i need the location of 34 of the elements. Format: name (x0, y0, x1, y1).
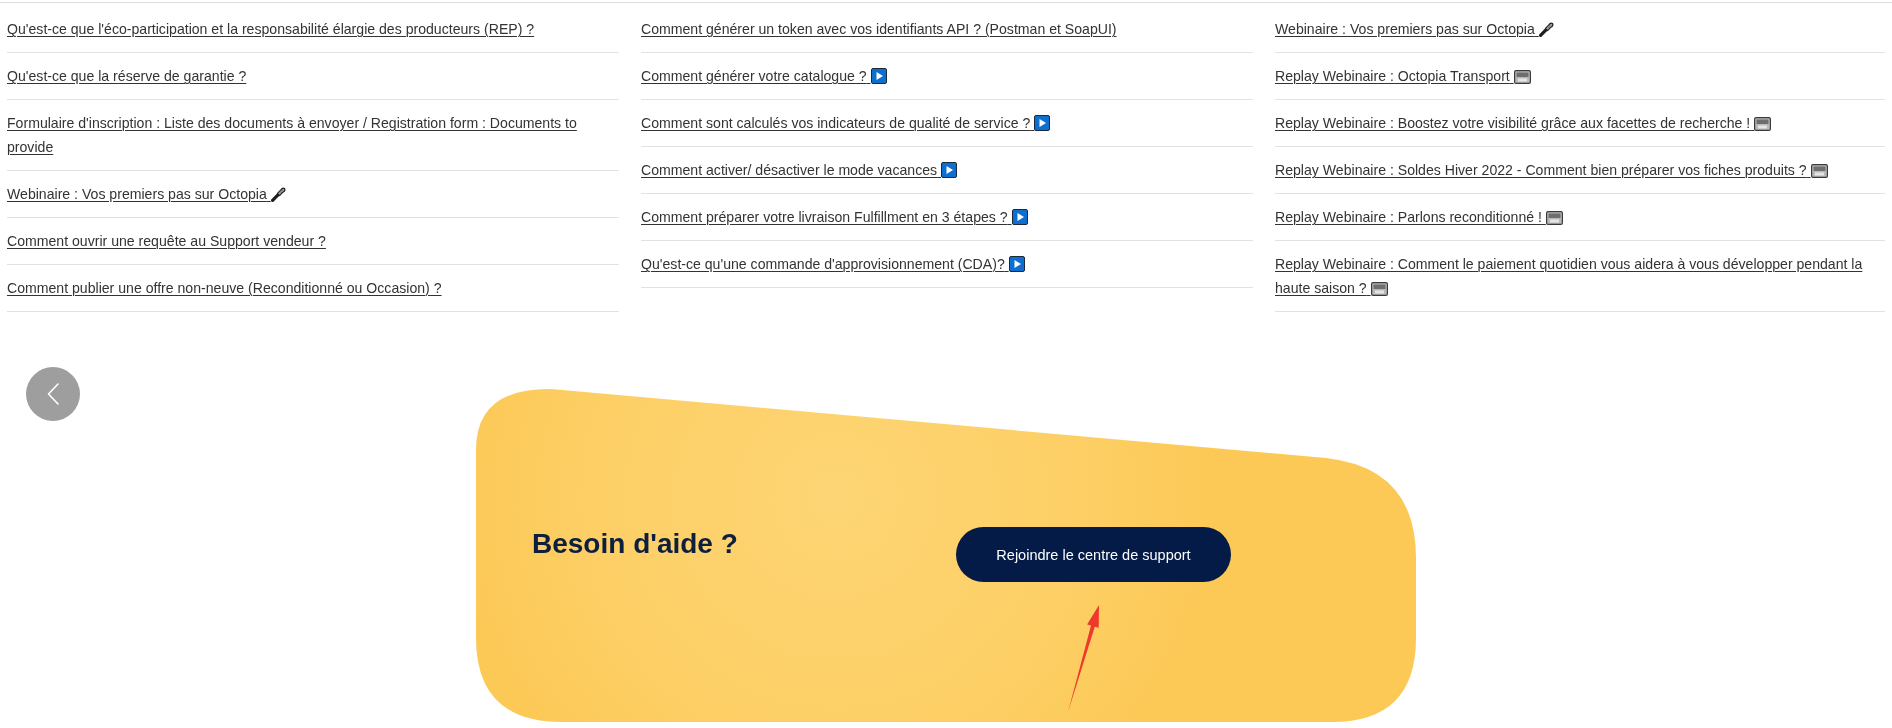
faq-link[interactable]: Replay Webinaire : Soldes Hiver 2022 - Comment bien préparer vos fiches produits ? (1275, 158, 1828, 182)
faq-link[interactable]: Comment activer/ désactiver le mode vacances (641, 158, 957, 182)
play-button-icon (870, 68, 887, 84)
support-button[interactable]: Rejoindre le centre de support (956, 527, 1231, 582)
faq-link[interactable]: Comment sont calculés vos indicateurs de qualité de service ? (641, 111, 1051, 135)
faq-link[interactable]: Replay Webinaire : Comment le paiement quotidien vous aidera à vous développer pendant la haute saison ? (1275, 252, 1885, 300)
faq-link[interactable]: Qu'est-ce que l'éco-participation et la responsabilité élargie des producteurs (REP) ? (7, 17, 535, 41)
previous-button[interactable] (26, 367, 80, 421)
videocassette-icon (1370, 282, 1388, 296)
faq-link[interactable]: Webinaire : Vos premiers pas sur Octopia (1275, 17, 1555, 41)
videocassette-icon (1754, 117, 1772, 131)
play-button-icon (941, 162, 957, 178)
faq-link[interactable]: Comment préparer votre livraison Fulfillment en 3 étapes ? (641, 205, 1028, 229)
videocassette-icon (1810, 164, 1828, 178)
play-button-icon (1034, 115, 1051, 131)
videocassette-icon (1513, 70, 1531, 84)
faq-link[interactable]: Comment publier une offre non-neuve (Reconditionné ou Occasion) ? (7, 276, 442, 300)
faq-link[interactable]: Replay Webinaire : Octopia Transport (1275, 64, 1531, 88)
help-heading: Besoin d'aide ? (532, 527, 739, 561)
faq-link[interactable]: Webinaire : Vos premiers pas sur Octopia (7, 182, 287, 206)
videocassette-icon (1545, 211, 1563, 225)
play-button-icon (1011, 209, 1028, 225)
faq-link[interactable]: Comment générer votre catalogue ? (641, 64, 887, 88)
faq-link[interactable]: Qu'est-ce qu'une commande d'approvisionnement (CDA)? (641, 252, 1025, 276)
faq-link[interactable]: Formulaire d'inscription : Liste des documents à envoyer / Registration form : Documents to provide (7, 111, 619, 159)
play-button-icon (1008, 256, 1025, 272)
chevron-left-icon (47, 383, 59, 405)
faq-link[interactable]: Qu'est-ce que la réserve de garantie ? (7, 64, 247, 88)
faq-link[interactable]: Comment ouvrir une requête au Support vendeur ? (7, 229, 326, 253)
microphone-icon (270, 186, 287, 202)
faq-link[interactable]: Replay Webinaire : Parlons reconditionné ! (1275, 205, 1563, 229)
faq-link[interactable]: Replay Webinaire : Boostez votre visibilité grâce aux facettes de recherche ! (1275, 111, 1772, 135)
faq-link[interactable]: Comment générer un token avec vos identifiants API ? (Postman et SoapUI) (641, 17, 1117, 41)
microphone-icon (1538, 21, 1555, 37)
